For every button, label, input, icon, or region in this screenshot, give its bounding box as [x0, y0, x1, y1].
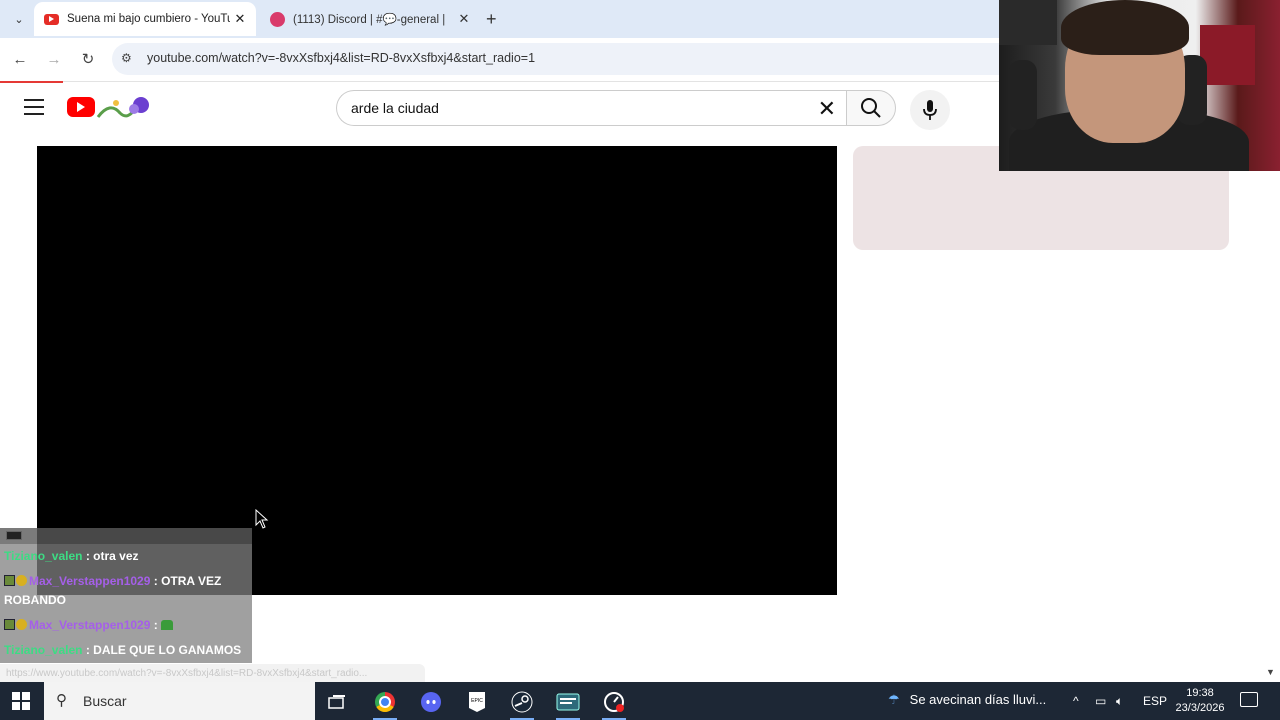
search-button[interactable]: [846, 90, 896, 126]
chat-header: [0, 528, 252, 544]
clear-search-icon[interactable]: ✕: [818, 96, 836, 122]
show-hidden-icons-chevron-icon[interactable]: ^: [1073, 694, 1079, 708]
weather-widget[interactable]: ☂ Se avecinan días lluvi...: [888, 692, 1046, 708]
chat-message: Max_Verstappen1029 : OTRA VEZ ROBANDO: [0, 569, 252, 613]
youtube-doodle-icon[interactable]: [96, 95, 152, 121]
forward-icon[interactable]: →: [43, 48, 65, 70]
link-status-bar: https://www.youtube.com/watch?v=-8vxXsfb…: [0, 664, 425, 682]
weather-text: Se avecinan días lluvi...: [909, 692, 1047, 707]
mouse-cursor-icon: [255, 509, 269, 529]
tab-title: Suena mi bajo cumbiero - YouTube: [67, 13, 230, 25]
chat-message: Max_Verstappen1029 :: [0, 613, 252, 638]
network-icon[interactable]: ▭: [1095, 694, 1106, 708]
chat-username: Max_Verstappen1029: [29, 618, 151, 632]
bits-badge-icon: [16, 619, 27, 630]
clock-time: 19:38: [1186, 687, 1214, 699]
wall-poster: [1200, 25, 1255, 85]
close-tab-icon[interactable]: ✕: [230, 11, 250, 27]
youtube-logo-icon[interactable]: [67, 97, 95, 117]
site-info-icon[interactable]: ⚙: [121, 51, 132, 65]
tab-youtube[interactable]: Suena mi bajo cumbiero - YouTube ✕: [34, 2, 256, 36]
system-clock[interactable]: 19:38 23/3/2026: [1170, 686, 1230, 716]
tab-search-dropdown-icon[interactable]: ⌄: [8, 8, 30, 30]
clock-date: 23/3/2026: [1175, 702, 1225, 714]
steam-icon[interactable]: [502, 687, 542, 720]
chat-username: Tiziano_valen: [4, 549, 83, 563]
taskbar-search-box[interactable]: ⚲ Buscar: [44, 682, 315, 720]
url-text[interactable]: youtube.com/watch?v=-8vxXsfbxj4&list=RD-…: [147, 51, 535, 65]
chat-text: :: [153, 618, 158, 632]
headphone-left: [1009, 60, 1037, 130]
tab-discord[interactable]: (1113) Discord | #💬-general | ✕: [260, 2, 480, 36]
chat-text: : DALE QUE LO GANAMOS: [85, 643, 242, 657]
chat-message: Tiziano_valen : DALE QUE LO GANAMOS: [0, 638, 252, 663]
chat-username: Tiziano_valen: [4, 643, 83, 657]
wall-poster: [999, 0, 1057, 45]
umbrella-rain-icon: ☂: [888, 692, 900, 707]
epic-games-icon[interactable]: EPIC: [457, 687, 497, 717]
menu-icon[interactable]: [24, 99, 44, 115]
search-input[interactable]: arde la ciudad: [351, 100, 439, 116]
new-tab-button[interactable]: +: [486, 9, 497, 30]
subscriber-badge-icon: [4, 619, 15, 630]
webcam-overlay: [999, 0, 1280, 171]
search-box[interactable]: arde la ciudad ✕: [336, 90, 846, 126]
notification-center-icon[interactable]: [1240, 692, 1258, 707]
youtube-favicon-icon: [44, 13, 59, 25]
address-bar[interactable]: ⚙ youtube.com/watch?v=-8vxXsfbxj4&list=R…: [112, 43, 1112, 75]
chat-username: Max_Verstappen1029: [29, 574, 151, 588]
microphone-icon: [923, 100, 937, 120]
bits-badge-icon: [16, 575, 27, 586]
emote-icon: [161, 620, 174, 630]
windows-taskbar: ⚲ Buscar EPIC ☂ Se avecinan días lluvi...…: [0, 682, 1280, 720]
streaming-app-icon[interactable]: [548, 687, 588, 720]
discord-icon[interactable]: [411, 687, 451, 717]
svg-text:EPIC: EPIC: [471, 698, 483, 704]
task-view-icon[interactable]: [317, 687, 357, 717]
search-icon: [861, 98, 881, 118]
search-icon: ⚲: [56, 692, 67, 709]
taskbar-search-placeholder: Buscar: [83, 693, 127, 709]
windows-start-icon[interactable]: [12, 692, 30, 710]
language-indicator[interactable]: ESP: [1143, 694, 1167, 708]
volume-icon[interactable]: 🔈︎: [1116, 694, 1123, 709]
subscriber-badge-icon: [4, 575, 15, 586]
scroll-down-arrow-icon[interactable]: ▼: [1266, 667, 1275, 677]
reload-icon[interactable]: ↻: [77, 48, 99, 70]
stream-chat-overlay: Tiziano_valen : otra vez Max_Verstappen1…: [0, 528, 252, 663]
discord-favicon-icon: [270, 11, 285, 27]
voice-search-button[interactable]: [910, 90, 950, 130]
chat-text: : otra vez: [85, 549, 139, 563]
streamer-hair: [1061, 0, 1189, 55]
close-tab-icon[interactable]: ✕: [454, 11, 474, 27]
speedometer-app-icon[interactable]: [594, 687, 634, 720]
back-icon[interactable]: ←: [9, 48, 31, 70]
tab-title: (1113) Discord | #💬-general |: [293, 14, 446, 26]
chrome-icon[interactable]: [365, 687, 405, 720]
chat-message: Tiziano_valen : otra vez: [0, 544, 252, 569]
chat-icon: [6, 531, 22, 540]
